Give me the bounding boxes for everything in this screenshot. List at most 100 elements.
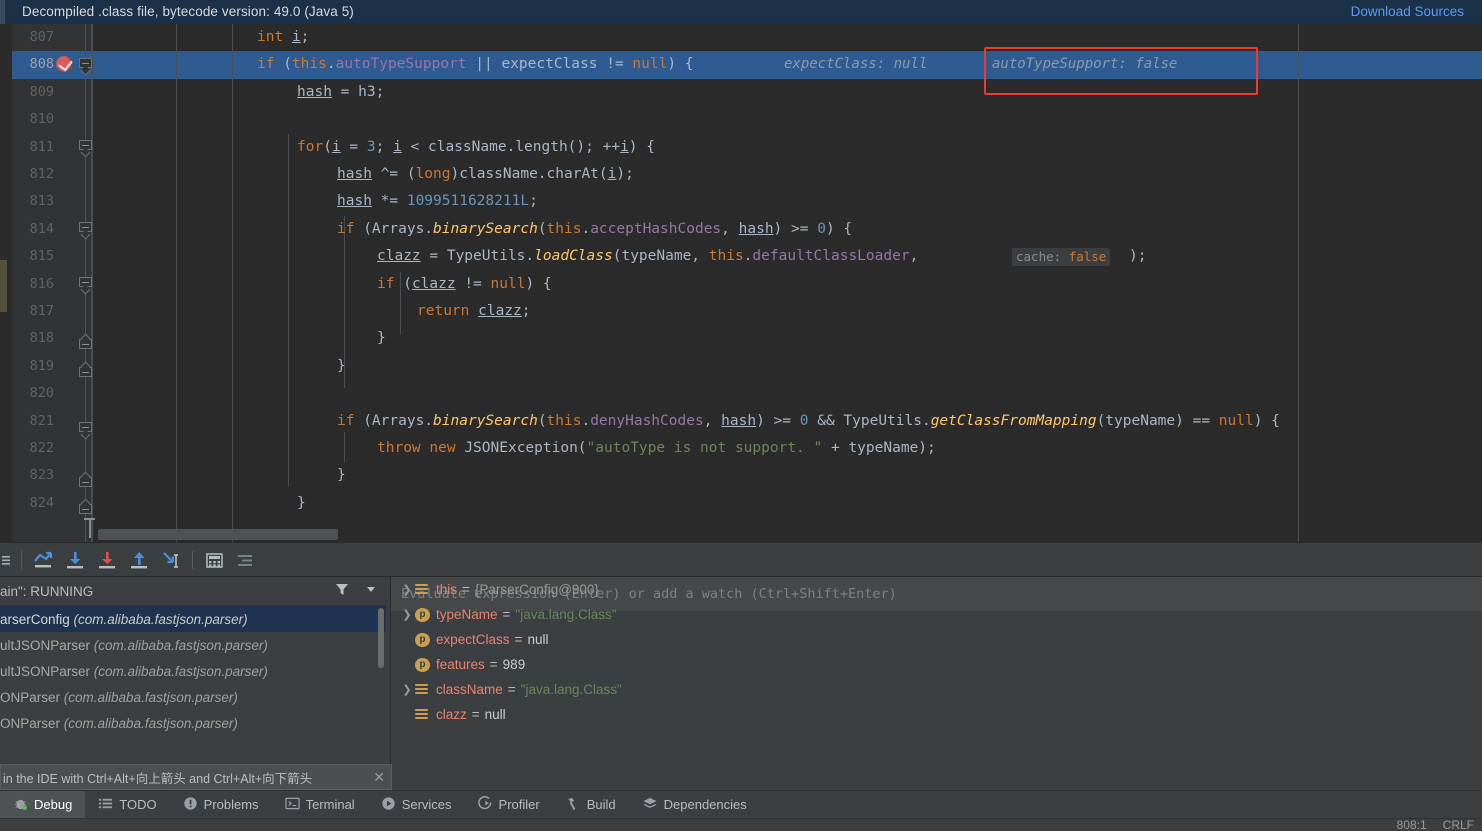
line-separator[interactable]: CRLF [1443,819,1474,831]
step-out-icon[interactable] [123,545,155,575]
frame-method: ONParser [0,689,61,705]
step-into-icon[interactable] [59,545,91,575]
indent-guide [176,24,177,542]
code-editor[interactable]: 807 808 809 810 811 812 813 814 815 816 … [0,24,1482,542]
code-line-808: if (this.autoTypeSupport || expectClass … [257,56,694,73]
line-number: 812 [29,166,54,182]
tab-label: TODO [119,797,157,812]
fold-marker-close-icon[interactable] [79,471,92,490]
variable-name: this [436,582,458,597]
frame-row[interactable]: ONParser (com.alibaba.fastjson.parser) [0,684,386,710]
fold-marker-open-icon[interactable] [79,222,92,240]
code-text-area[interactable]: int i; if (this.autoTypeSupport || expec… [92,24,1482,542]
hammer-icon [566,796,581,814]
fold-marker-open-icon[interactable] [79,140,92,158]
tab-label: Problems [203,797,259,812]
field-icon [415,583,430,596]
fold-marker-open-icon[interactable] [79,422,92,440]
variable-row-classname[interactable]: ❯ className = "java.lang.Class" [391,677,1482,702]
variable-row-expectclass[interactable]: p expectClass = null [391,627,1482,652]
parameter-icon: p [415,607,430,622]
tab-label: Terminal [305,797,355,812]
run-to-cursor-icon[interactable] [155,545,187,575]
breakpoint-verified-icon[interactable] [56,56,72,72]
editor-caret-marker [84,518,95,538]
variable-value: null [484,707,506,722]
variable-name: typeName [436,607,498,622]
thread-dropdown-chevron-icon[interactable] [364,582,378,601]
play-circle-icon [381,796,396,814]
debugger-toolbar-overflow[interactable] [0,545,16,575]
toolbar-separator [21,550,22,569]
tab-problems[interactable]: Problems [170,791,272,819]
frame-row[interactable]: ultJSONParser (com.alibaba.fastjson.pars… [0,658,386,684]
tab-terminal[interactable]: Terminal [272,791,368,819]
line-number: 815 [29,248,54,265]
line-number: 824 [29,494,54,511]
expand-chevron-icon[interactable]: ❯ [399,583,415,596]
fold-marker-open-icon[interactable] [79,58,92,76]
line-number: 807 [29,29,54,45]
list-icon [98,796,113,814]
show-execution-point-icon[interactable] [230,545,262,575]
expand-chevron-icon[interactable]: ❯ [399,608,415,621]
variable-name: clazz [436,707,467,722]
fold-marker-open-icon[interactable] [79,277,92,295]
indent-guide [288,134,289,416]
code-line-822: throw new JSONException("autoType is not… [377,440,936,456]
field-icon [415,683,430,696]
frame-row[interactable]: arserConfig (com.alibaba.fastjson.parser… [0,606,386,632]
fold-marker-close-icon[interactable] [79,498,92,517]
code-line-816: if (clazz != null) { [377,275,552,292]
close-icon[interactable]: ✕ [373,769,385,786]
variable-row-typename[interactable]: ❯ p typeName = "java.lang.Class" [391,602,1482,627]
download-sources-link[interactable]: Download Sources [1351,4,1470,19]
caret-position[interactable]: 808:1 [1397,819,1427,831]
notice-left-stripe [0,0,5,24]
fold-marker-close-icon[interactable] [79,333,92,352]
hint-balloon-text: in the IDE with Ctrl+Alt+向上箭头 and Ctrl+A… [3,771,313,786]
ide-hint-balloon: in the IDE with Ctrl+Alt+向上箭头 and Ctrl+A… [0,764,392,790]
tab-debug[interactable]: Debug [0,790,86,819]
tab-services[interactable]: Services [368,791,465,819]
fold-marker-close-icon[interactable] [79,361,92,380]
evaluate-expression-icon[interactable] [198,545,230,575]
tab-dependencies[interactable]: Dependencies [629,791,760,819]
frames-scrollbar-thumb[interactable] [378,608,384,668]
indent-guide [344,432,345,462]
parameter-icon: p [415,657,430,672]
code-line-814: if (Arrays.binarySearch(this.acceptHashC… [337,220,853,237]
line-number: 810 [29,111,54,128]
code-line-823: } [337,467,346,484]
frame-package: (com.alibaba.fastjson.parser) [73,611,248,627]
step-over-icon[interactable] [27,545,59,575]
editor-horizontal-scrollbar[interactable] [98,529,1482,540]
tab-build[interactable]: Build [553,791,629,819]
variable-row-clazz[interactable]: clazz = null [391,702,1482,727]
expand-chevron-icon[interactable]: ❯ [399,683,415,696]
equals-sign: = [471,707,480,722]
tab-todo[interactable]: TODO [85,791,169,819]
tab-label: Profiler [498,797,540,812]
editor-scrollbar-thumb[interactable] [98,529,338,540]
frame-method: arserConfig [0,611,70,627]
variable-row-features[interactable]: p features = 989 [391,652,1482,677]
frame-row[interactable]: ultJSONParser (com.alibaba.fastjson.pars… [0,632,386,658]
line-number-current: 808 [29,56,54,73]
thread-selector[interactable]: ain": RUNNING [0,577,386,606]
frame-method: ultJSONParser [0,637,91,653]
frame-row[interactable]: ONParser (com.alibaba.fastjson.parser) [0,710,386,736]
parameter-hint-label: cache: [1016,249,1062,264]
editor-left-marker [0,260,7,312]
code-line-824: } [297,494,306,511]
tab-profiler[interactable]: Profiler [465,791,553,819]
code-line-815-tail: ); [1129,248,1147,265]
frame-method: ONParser [0,715,61,731]
frame-package: (com.alibaba.fastjson.parser) [63,715,238,731]
equals-sign: = [514,632,523,647]
force-step-into-icon[interactable] [91,545,123,575]
filter-frames-icon[interactable] [334,581,350,602]
code-line-807: int i; [257,29,310,45]
variable-row-this[interactable]: ❯ this = {ParserConfig@900} [391,577,1482,602]
decompiled-notice-text: Decompiled .class file, bytecode version… [22,4,354,19]
